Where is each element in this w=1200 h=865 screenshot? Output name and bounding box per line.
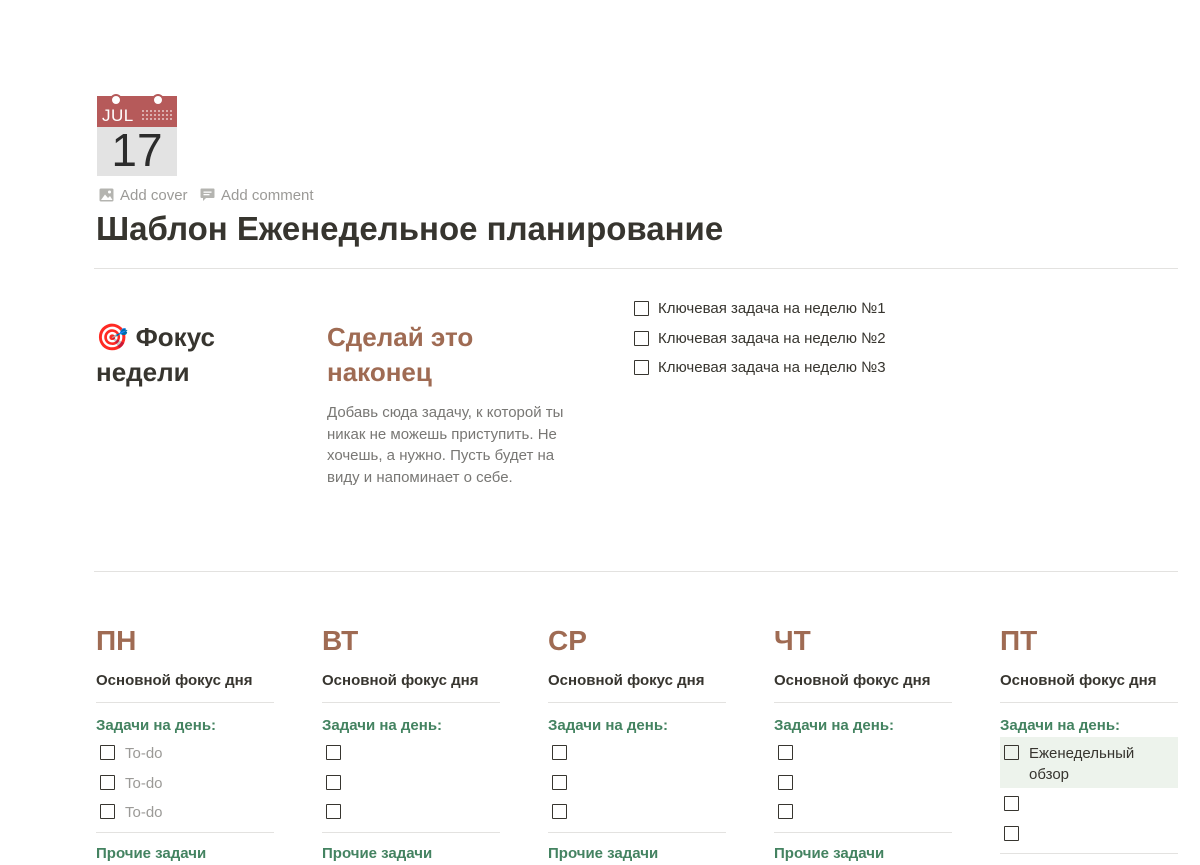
todo-item[interactable] (548, 737, 726, 767)
day-tasks-heading[interactable]: Задачи на день: (96, 717, 274, 737)
checkbox[interactable] (326, 804, 341, 819)
checkbox[interactable] (100, 745, 115, 760)
divider (94, 571, 1178, 572)
divider (94, 268, 1178, 269)
calendar-ring-right (152, 94, 164, 106)
key-task-text[interactable]: Ключевая задача на неделю №3 (658, 359, 886, 376)
todo-item-highlighted[interactable]: Еженедельный обзор (1000, 737, 1178, 788)
checkbox[interactable] (552, 774, 567, 790)
todo-item[interactable]: To-do (96, 767, 274, 797)
checkbox[interactable] (778, 745, 793, 760)
checkbox[interactable] (634, 330, 649, 346)
image-icon (99, 188, 114, 202)
divider (548, 831, 726, 833)
comment-icon (200, 188, 215, 202)
day-name[interactable]: СР (548, 622, 726, 660)
checkbox[interactable] (778, 804, 793, 819)
day-column-fri: ПТ Основной фокус дня Задачи на день: Еж… (1000, 622, 1178, 854)
day-name[interactable]: ВТ (322, 622, 500, 660)
divider (774, 702, 952, 703)
todo-item[interactable] (774, 767, 952, 797)
checkbox[interactable] (326, 745, 341, 760)
add-comment-button[interactable]: Add comment (200, 185, 314, 205)
todo-item[interactable] (774, 796, 952, 826)
todo-item[interactable] (322, 767, 500, 797)
todo-item[interactable] (322, 737, 500, 767)
page-title[interactable]: Шаблон Еженедельное планирование (96, 210, 723, 248)
add-comment-label: Add comment (221, 186, 314, 204)
day-tasks-heading[interactable]: Задачи на день: (548, 717, 726, 737)
day-tasks-heading[interactable]: Задачи на день: (774, 717, 952, 737)
calendar-ring-left (110, 94, 122, 106)
calendar-month: JUL (102, 106, 134, 125)
todo-text[interactable]: To-do (125, 796, 163, 823)
calendar-day: 17 (111, 124, 163, 176)
day-column-tue: ВТ Основной фокус дня Задачи на день: Пр… (322, 622, 500, 865)
day-focus-label[interactable]: Основной фокус дня (774, 672, 952, 692)
do-it-description[interactable]: Добавь сюда задачу, к которой ты никак н… (327, 402, 577, 488)
day-focus-label[interactable]: Основной фокус дня (548, 672, 726, 692)
add-cover-button[interactable]: Add cover (99, 185, 188, 205)
divider (96, 702, 274, 703)
divider (96, 831, 274, 833)
divider (774, 831, 952, 833)
checkbox[interactable] (634, 301, 649, 317)
checkbox[interactable] (552, 804, 567, 819)
divider (1000, 702, 1178, 703)
todo-item[interactable] (322, 796, 500, 826)
calendar-icon[interactable]: JUL 17 (97, 94, 177, 176)
divider (1000, 853, 1178, 854)
do-it-heading[interactable]: Сделай это наконец (327, 320, 527, 390)
todo-item[interactable] (774, 737, 952, 767)
target-icon: 🎯 (96, 322, 129, 352)
todo-item[interactable] (548, 796, 726, 826)
key-task-item[interactable]: Ключевая задача на неделю №2 (634, 324, 886, 354)
key-task-text[interactable]: Ключевая задача на неделю №2 (658, 330, 886, 347)
day-name[interactable]: ЧТ (774, 622, 952, 660)
focus-heading[interactable]: 🎯 Фокус недели (96, 320, 276, 390)
day-column-wed: СР Основной фокус дня Задачи на день: Пр… (548, 622, 726, 865)
day-focus-label[interactable]: Основной фокус дня (96, 672, 274, 692)
checkbox[interactable] (778, 774, 793, 790)
day-tasks-heading[interactable]: Задачи на день: (1000, 717, 1178, 737)
todo-item[interactable] (1000, 788, 1178, 818)
checkbox[interactable] (634, 360, 649, 376)
day-column-thu: ЧТ Основной фокус дня Задачи на день: Пр… (774, 622, 952, 865)
todo-item[interactable]: To-do (96, 737, 274, 767)
add-cover-label: Add cover (120, 186, 188, 204)
checkbox[interactable] (552, 745, 567, 760)
calendar-dots (141, 109, 173, 121)
checkbox[interactable] (1004, 745, 1019, 760)
todo-text[interactable]: Еженедельный обзор (1029, 740, 1149, 785)
todo-item[interactable] (1000, 818, 1178, 848)
day-tasks-heading[interactable]: Задачи на день: (322, 717, 500, 737)
todo-text[interactable]: To-do (125, 737, 163, 764)
checkbox[interactable] (326, 774, 341, 790)
calendar-header: JUL (97, 96, 177, 127)
checkbox[interactable] (100, 804, 115, 819)
todo-text[interactable]: To-do (125, 767, 163, 794)
todo-item[interactable]: To-do (96, 796, 274, 826)
checkbox[interactable] (1004, 796, 1019, 811)
checkbox[interactable] (100, 774, 115, 790)
divider (322, 702, 500, 703)
day-focus-label[interactable]: Основной фокус дня (1000, 672, 1178, 692)
day-name[interactable]: ПН (96, 622, 274, 660)
day-name[interactable]: ПТ (1000, 622, 1178, 660)
key-task-text[interactable]: Ключевая задача на неделю №1 (658, 300, 886, 317)
day-column-mon: ПН Основной фокус дня Задачи на день: To… (96, 622, 274, 865)
key-task-item[interactable]: Ключевая задача на неделю №3 (634, 353, 886, 383)
key-tasks-list: Ключевая задача на неделю №1 Ключевая за… (634, 294, 886, 383)
checkbox[interactable] (1004, 825, 1019, 841)
day-focus-label[interactable]: Основной фокус дня (322, 672, 500, 692)
divider (548, 702, 726, 703)
key-task-item[interactable]: Ключевая задача на неделю №1 (634, 294, 886, 324)
todo-item[interactable] (548, 767, 726, 797)
divider (322, 831, 500, 833)
